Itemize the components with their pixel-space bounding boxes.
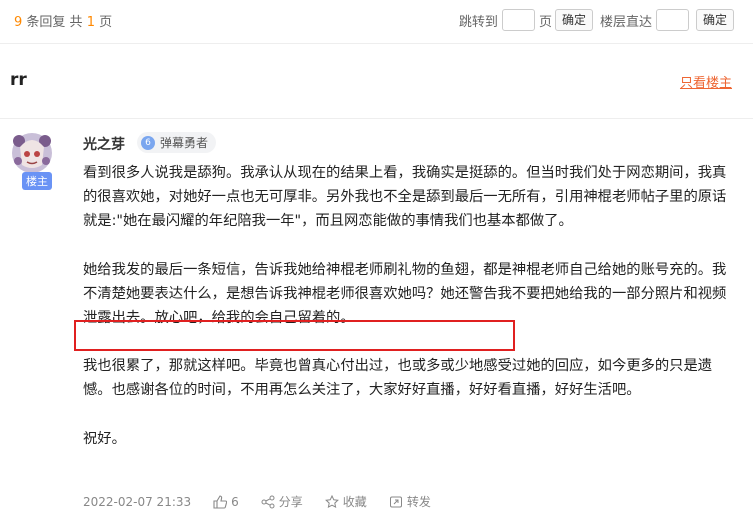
- favorite-label: 收藏: [342, 495, 367, 509]
- post-footer: 2022-02-07 21:33 6 分享 收藏 转发: [83, 493, 453, 510]
- post-paragraph: 我也很累了，那就这样吧。毕竟也曾真心付出过，也或多或少地感受过她的回应，如今更多…: [83, 358, 713, 399]
- level-badge[interactable]: 6 弹幕勇者: [137, 132, 217, 153]
- forward-icon: [389, 496, 402, 507]
- reply-count: 9 条回复 共 1 页: [14, 11, 112, 30]
- badge-text: 弹幕勇者: [160, 136, 209, 150]
- pager-bar: 9 条回复 共 1 页 跳转到 页 确定 楼层直达 确定: [0, 0, 753, 44]
- forward-button[interactable]: 转发: [389, 493, 431, 510]
- share-label: 分享: [278, 495, 303, 509]
- timestamp-text: 2022-02-07 21:33: [83, 494, 192, 509]
- post-paragraph: 祝好。: [83, 430, 126, 447]
- thread-header: rr 只看楼主: [0, 44, 753, 119]
- only-op-link[interactable]: 只看楼主: [680, 72, 732, 91]
- level-icon: 6: [141, 135, 155, 150]
- favorite-button[interactable]: 收藏: [324, 493, 367, 510]
- page-count-number: 1: [86, 15, 95, 30]
- highlight-box: [74, 320, 515, 351]
- forward-label: 转发: [406, 495, 431, 509]
- page-jump: 跳转到 页 确定 楼层直达 确定: [459, 9, 737, 31]
- share-icon: [261, 495, 275, 508]
- timestamp: 2022-02-07 21:33: [83, 495, 191, 509]
- floor-label: 楼层直达: [599, 14, 652, 30]
- reply-count-number: 9: [14, 15, 23, 30]
- thumbs-up-icon: [213, 494, 228, 509]
- reply-count-label: 条回复 共: [26, 15, 83, 30]
- thread-title: rr: [10, 70, 27, 90]
- jump-page-input[interactable]: [501, 9, 535, 31]
- username[interactable]: 光之芽: [83, 134, 125, 154]
- post-paragraph: 看到很多人说我是舔狗。我承认从现在的结果上看，我确实是挺舔的。但当时我们处于网恋…: [83, 165, 727, 230]
- post-content: 看到很多人说我是舔狗。我承认从现在的结果上看，我确实是挺舔的。但当时我们处于网恋…: [83, 161, 738, 475]
- like-button[interactable]: 6: [213, 495, 239, 509]
- share-button[interactable]: 分享: [261, 493, 303, 510]
- floor-input[interactable]: [655, 9, 689, 31]
- op-tag: 楼主: [22, 172, 52, 190]
- page-count-suffix: 页: [99, 15, 113, 30]
- jump-label: 跳转到: [458, 14, 498, 30]
- jump-page-unit: 页: [538, 14, 552, 30]
- jump-confirm-button[interactable]: 确定: [554, 9, 593, 31]
- floor-confirm-button[interactable]: 确定: [695, 9, 734, 31]
- star-icon: [324, 494, 339, 508]
- avatar-image: [12, 133, 52, 173]
- avatar[interactable]: [11, 131, 53, 175]
- like-count: 6: [231, 494, 239, 509]
